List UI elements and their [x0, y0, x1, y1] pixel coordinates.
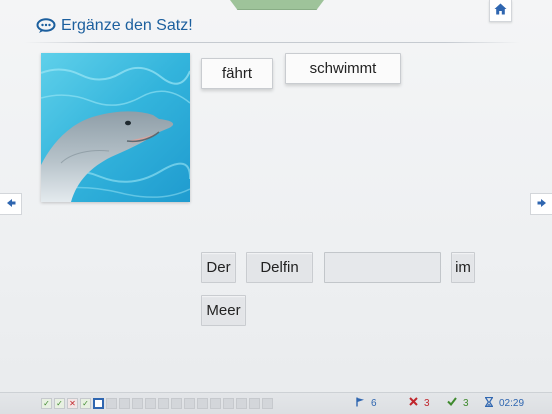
- progress-box-empty: [210, 398, 221, 409]
- answer-drop-slot[interactable]: [324, 252, 441, 283]
- progress-box-empty: [106, 398, 117, 409]
- progress-box-empty: [184, 398, 195, 409]
- progress-box-current: [93, 398, 104, 409]
- progress-box-correct: ✓: [80, 398, 91, 409]
- cross-icon: [409, 397, 418, 409]
- top-tab-decoration: [230, 0, 324, 10]
- sentence-word-im: im: [451, 252, 475, 283]
- progress-box-empty: [262, 398, 273, 409]
- progress-box-wrong: ✕: [67, 398, 78, 409]
- sentence-word-der: Der: [201, 252, 236, 283]
- progress-box-empty: [197, 398, 208, 409]
- wrong-count: 3: [424, 397, 430, 409]
- progress-box-correct: ✓: [54, 398, 65, 409]
- progress-box-empty: [132, 398, 143, 409]
- flag-icon: [356, 397, 365, 410]
- status-bar: ✓ ✓ ✕ ✓ 6 3 3 02:29: [0, 392, 552, 414]
- correct-counter: 3: [447, 397, 469, 409]
- dolphin-photo: [41, 53, 190, 202]
- correct-count: 3: [463, 397, 469, 409]
- progress-box-empty: [236, 398, 247, 409]
- hourglass-icon: [484, 396, 494, 410]
- timer-value: 02:29: [499, 398, 525, 409]
- progress-box-empty: [249, 398, 260, 409]
- header-divider: [24, 42, 520, 43]
- progress-indicator: ✓ ✓ ✕ ✓: [41, 398, 273, 409]
- previous-button[interactable]: [0, 193, 22, 215]
- home-button[interactable]: [489, 0, 512, 22]
- check-icon: [447, 397, 457, 409]
- sentence-word-meer: Meer: [201, 295, 246, 326]
- progress-box-correct: ✓: [41, 398, 52, 409]
- flag-counter: 6: [356, 397, 377, 410]
- home-icon: [494, 2, 507, 20]
- sentence-word-delfin: Delfin: [246, 252, 313, 283]
- progress-box-empty: [223, 398, 234, 409]
- word-tile-faehrt[interactable]: fährt: [201, 58, 273, 89]
- speech-bubble-icon: [36, 18, 56, 34]
- exercise-title: Ergänze den Satz!: [61, 17, 193, 34]
- progress-box-empty: [171, 398, 182, 409]
- exercise-header: Ergänze den Satz!: [36, 15, 193, 37]
- progress-box-empty: [119, 398, 130, 409]
- flag-count: 6: [371, 398, 377, 409]
- progress-box-empty: [158, 398, 169, 409]
- next-button[interactable]: [530, 193, 552, 215]
- arrow-left-icon: [6, 195, 16, 213]
- arrow-right-icon: [537, 195, 547, 213]
- timer: 02:29: [484, 396, 525, 410]
- word-tile-schwimmt[interactable]: schwimmt: [285, 53, 401, 84]
- wrong-counter: 3: [409, 397, 430, 409]
- progress-box-empty: [145, 398, 156, 409]
